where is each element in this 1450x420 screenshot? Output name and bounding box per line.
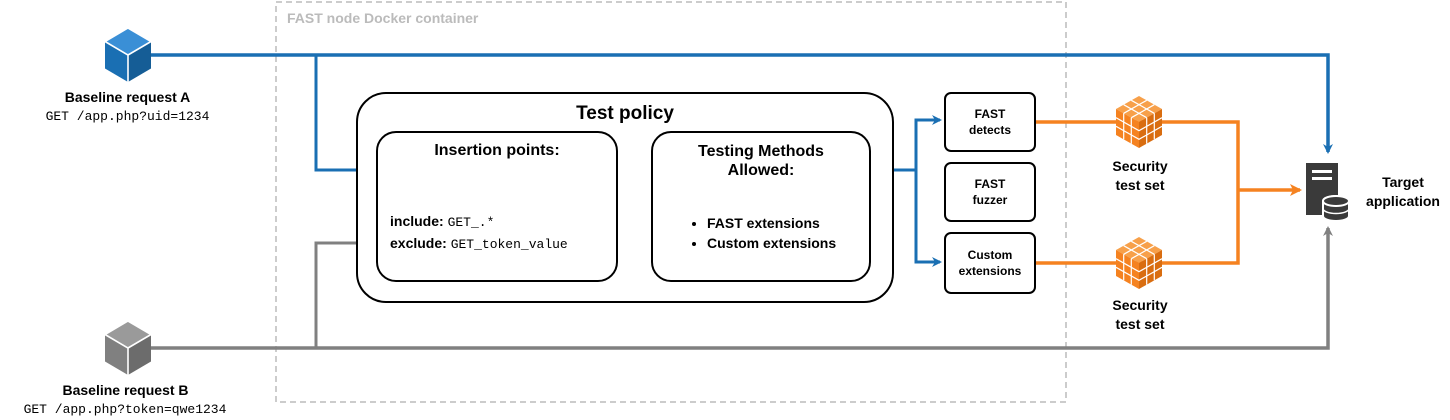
request-b-url: GET /app.php?token=qwe1234	[23, 402, 227, 417]
cube-icon	[103, 27, 153, 82]
cube-icon	[103, 320, 153, 375]
list-item: FAST extensions	[707, 213, 836, 233]
methods-to-custom-line	[914, 170, 942, 267]
custom-extensions-line2: extensions	[958, 264, 1022, 278]
testing-methods-title-line2: Allowed:	[727, 162, 795, 179]
test-set-cube-icon	[1115, 237, 1163, 289]
fast-fuzzer-line1: FAST	[974, 177, 1006, 191]
testing-methods-title: Testing Methods Allowed:	[653, 142, 869, 180]
test-set-label-line1: Security	[1112, 158, 1168, 174]
exclude-row: exclude: GET_token_value	[390, 235, 568, 252]
fast-detects-line2: detects	[968, 123, 1012, 137]
insertion-points-box: Insertion points: include: GET_.* exclud…	[376, 131, 618, 282]
fast-detects-line1: FAST	[974, 107, 1006, 121]
insertion-points-title: Insertion points:	[434, 142, 560, 159]
target-application-label: Target application	[1356, 173, 1450, 211]
request-a-url: GET /app.php?uid=1234	[45, 109, 210, 124]
test-set-cube-icon	[1115, 96, 1163, 148]
include-value: GET_.*	[447, 215, 495, 230]
target-line1: Target	[1382, 174, 1424, 190]
custom-extensions-line1: Custom	[967, 248, 1013, 262]
testing-methods-box: Testing Methods Allowed: FAST extensions…	[651, 131, 871, 282]
exclude-label: exclude:	[390, 235, 447, 251]
fast-detects-box: FAST detects	[944, 92, 1036, 152]
custom-extensions-box: Custom extensions	[944, 232, 1036, 294]
fast-fuzzer-box: FAST fuzzer	[944, 162, 1036, 222]
test-policy-title: Test policy	[576, 103, 674, 124]
test-set-label: Security test set	[1090, 296, 1190, 334]
target-line2: application	[1366, 193, 1440, 209]
testing-methods-title-line1: Testing Methods	[698, 143, 824, 160]
request-a-title: Baseline request A	[64, 89, 191, 105]
fast-fuzzer-line2: fuzzer	[972, 193, 1008, 207]
include-label: include:	[390, 213, 444, 229]
test-set-label: Security test set	[1090, 157, 1190, 195]
container-title: FAST node Docker container	[287, 10, 479, 26]
test-set-label-line2: test set	[1115, 177, 1165, 193]
list-item: Custom extensions	[707, 233, 836, 253]
test-set-label-line2: test set	[1115, 316, 1165, 332]
exclude-value: GET_token_value	[450, 237, 568, 252]
server-database-icon	[1306, 163, 1350, 222]
request-b-title: Baseline request B	[62, 382, 189, 398]
test-set-label-line1: Security	[1112, 297, 1168, 313]
include-row: include: GET_.*	[390, 213, 494, 230]
testing-methods-list: FAST extensions Custom extensions	[689, 213, 836, 253]
